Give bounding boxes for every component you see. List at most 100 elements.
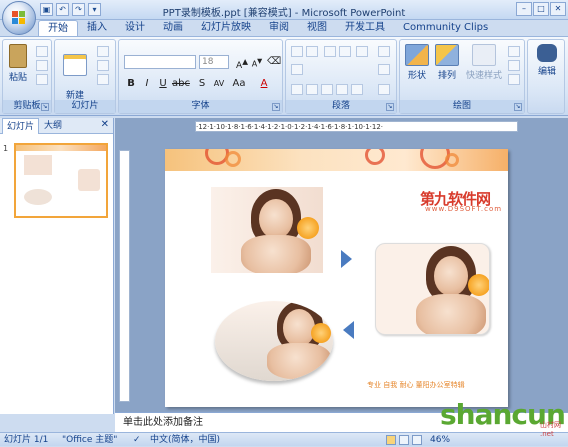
layout-icon[interactable]	[97, 46, 109, 57]
slide-editor: ·12·1·10·1·8·1·6·1·4·1·2·1·0·1·2·1·4·1·6…	[115, 118, 568, 412]
font-size-combo[interactable]: 18	[199, 55, 229, 69]
distribute-icon[interactable]	[351, 84, 363, 95]
ribbon-tabs: 开始 插入 设计 动画 幻灯片放映 审阅 视图 开发工具 Community C…	[38, 20, 497, 36]
reset-icon[interactable]	[97, 60, 109, 71]
tab-outline-pane[interactable]: 大纲	[40, 118, 66, 134]
align-text-icon[interactable]	[378, 64, 390, 75]
shapes-label: 形状	[407, 71, 426, 81]
ribbon: 粘贴 剪贴板 ↘ 新建 幻灯片 幻灯片 18 A▲ A▼ ⌫ B I U abc…	[0, 36, 568, 116]
shapes-button[interactable]: 形状	[403, 44, 431, 81]
align-left-icon[interactable]	[291, 84, 303, 95]
arrow-left-icon	[343, 321, 354, 339]
shapes-icon	[405, 44, 429, 66]
shape-outline-icon[interactable]	[508, 60, 520, 71]
title-bar: ▣ ↶ ↷ ▾ PPT录制模板.ppt [兼容模式] - Microsoft P…	[0, 0, 568, 20]
numbering-icon[interactable]	[306, 46, 318, 57]
slide-thumbnail[interactable]	[14, 143, 108, 218]
slideshow-view-icon[interactable]	[412, 435, 422, 445]
tab-insert[interactable]: 插入	[78, 20, 116, 36]
zoom-level[interactable]: 46%	[430, 433, 450, 447]
close-pane-icon[interactable]: ✕	[101, 119, 109, 130]
window-title: PPT录制模板.ppt [兼容模式] - Microsoft PowerPoin…	[162, 8, 406, 19]
shadow-icon[interactable]: S	[195, 77, 209, 90]
slides-pane: 幻灯片 大纲 ✕ 1	[0, 118, 114, 414]
editing-label: 编辑	[537, 67, 556, 77]
text-direction-icon[interactable]	[378, 46, 390, 57]
grow-font-icon[interactable]: A▲	[235, 55, 249, 71]
format-painter-icon[interactable]	[36, 74, 48, 85]
slide-canvas[interactable]: 第九软件网 www.D9SOFT.com 专业 自我 耐心 董阳办公室特辑	[165, 149, 508, 407]
delete-slide-icon[interactable]	[97, 74, 109, 85]
font-color-icon[interactable]: A	[257, 77, 271, 90]
slide-footer-text: 专业 自我 耐心 董阳办公室特辑	[367, 381, 465, 389]
shape-fill-icon[interactable]	[508, 46, 520, 57]
slide-header-banner	[165, 149, 508, 171]
photo-2[interactable]	[375, 243, 490, 335]
quick-styles-button[interactable]: 快速样式	[462, 44, 506, 81]
arrange-label: 排列	[437, 71, 456, 81]
tab-slides-pane[interactable]: 幻灯片	[2, 118, 40, 134]
smartart-icon[interactable]	[378, 84, 390, 95]
bullets-icon[interactable]	[291, 46, 303, 57]
italic-icon[interactable]: I	[140, 77, 154, 90]
columns-icon[interactable]	[291, 64, 303, 75]
tab-community-clips[interactable]: Community Clips	[394, 20, 497, 36]
font-name-combo[interactable]	[124, 55, 196, 69]
photo-1[interactable]	[211, 187, 323, 273]
status-bar: 幻灯片 1/1 "Office 主题" ✓ 中文(简体，中国) 46%	[0, 432, 568, 446]
shape-effects-icon[interactable]	[508, 74, 520, 85]
align-right-icon[interactable]	[321, 84, 333, 95]
change-case-icon[interactable]: Aa	[232, 77, 246, 90]
tab-review[interactable]: 审阅	[260, 20, 298, 36]
status-theme: "Office 主题"	[62, 435, 118, 445]
cut-icon[interactable]	[36, 46, 48, 57]
spellcheck-icon[interactable]: ✓	[133, 433, 141, 447]
paragraph-group-label: 段落	[286, 100, 396, 113]
minimize-button[interactable]: –	[516, 2, 532, 16]
tab-view[interactable]: 视图	[298, 20, 336, 36]
tab-animation[interactable]: 动画	[154, 20, 192, 36]
shrink-font-icon[interactable]: A▼	[250, 55, 264, 69]
office-logo-icon	[12, 11, 27, 26]
slides-group-label: 幻灯片	[55, 100, 115, 113]
line-spacing-icon[interactable]	[356, 46, 368, 57]
paragraph-launcher-icon[interactable]: ↘	[386, 103, 394, 111]
tab-home[interactable]: 开始	[38, 20, 78, 36]
tab-slideshow[interactable]: 幻灯片放映	[192, 20, 260, 36]
new-slide-icon	[63, 54, 87, 76]
editing-group: 编辑	[527, 39, 565, 114]
bold-icon[interactable]: B	[124, 77, 138, 90]
editing-button[interactable]: 编辑	[534, 44, 560, 77]
increase-indent-icon[interactable]	[339, 46, 351, 57]
char-spacing-icon[interactable]: AV	[212, 77, 226, 90]
strikethrough-icon[interactable]: abc	[172, 77, 190, 90]
office-button[interactable]	[2, 1, 36, 35]
arrow-right-icon	[341, 250, 352, 268]
paste-button[interactable]: 粘贴	[6, 44, 30, 83]
arrange-icon	[435, 44, 459, 66]
status-language: 中文(简体，中国)	[150, 435, 221, 445]
underline-icon[interactable]: U	[156, 77, 170, 90]
tab-developer[interactable]: 开发工具	[336, 20, 394, 36]
quick-styles-label: 快速样式	[465, 71, 502, 81]
paste-label: 粘贴	[8, 73, 27, 83]
align-center-icon[interactable]	[306, 84, 318, 95]
tab-design[interactable]: 设计	[116, 20, 154, 36]
font-launcher-icon[interactable]: ↘	[272, 103, 280, 111]
arrange-button[interactable]: 排列	[433, 44, 461, 81]
clear-format-icon[interactable]: ⌫	[267, 55, 281, 68]
clipboard-group: 粘贴 剪贴板 ↘	[2, 39, 52, 114]
decrease-indent-icon[interactable]	[324, 46, 336, 57]
copy-icon[interactable]	[36, 60, 48, 71]
justify-icon[interactable]	[336, 84, 348, 95]
close-button[interactable]: ✕	[550, 2, 566, 16]
drawing-launcher-icon[interactable]: ↘	[514, 103, 522, 111]
slide-sorter-icon[interactable]	[399, 435, 409, 445]
normal-view-icon[interactable]	[386, 435, 396, 445]
photo-3[interactable]	[215, 301, 333, 381]
watermark-url: www.D9SOFT.com	[425, 205, 503, 213]
font-group-label: 字体	[119, 100, 282, 113]
clipboard-launcher-icon[interactable]: ↘	[41, 103, 49, 111]
maximize-button[interactable]: □	[533, 2, 549, 16]
slide-number-label: 1	[3, 144, 9, 153]
